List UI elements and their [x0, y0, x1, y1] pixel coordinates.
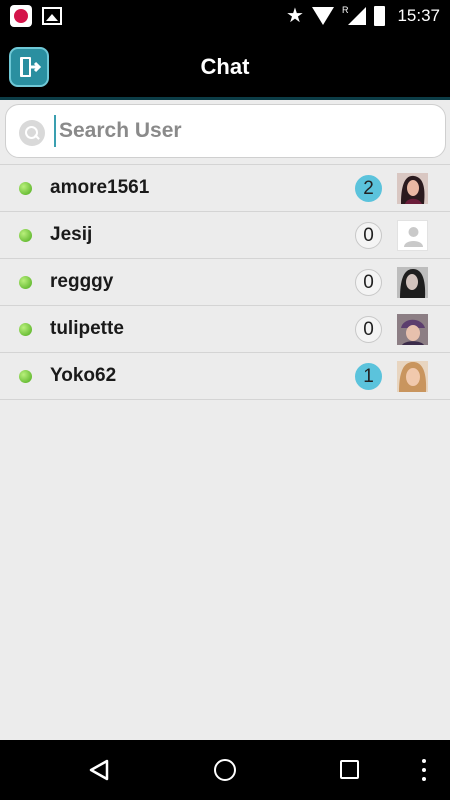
unread-count-badge: 2 — [355, 175, 382, 202]
app-bar: Chat — [0, 33, 450, 99]
back-icon[interactable] — [88, 758, 110, 787]
status-time: 15:37 — [397, 6, 440, 25]
user-name: amore1561 — [50, 177, 150, 198]
search-bar — [5, 104, 446, 158]
avatar — [397, 361, 428, 392]
notification-app-icon — [10, 5, 32, 27]
search-input[interactable] — [54, 115, 434, 147]
signal-icon — [348, 7, 367, 25]
online-status-icon — [19, 229, 32, 242]
online-status-icon — [19, 370, 32, 383]
avatar — [397, 173, 428, 204]
user-name: Jesij — [50, 224, 93, 245]
user-name: tulipette — [50, 318, 124, 339]
unread-count-badge: 0 — [355, 222, 382, 249]
list-item[interactable]: Yoko62 1 — [0, 353, 450, 400]
online-status-icon — [19, 323, 32, 336]
star-icon: ★ — [286, 5, 304, 27]
avatar — [397, 314, 428, 345]
avatar — [397, 267, 428, 298]
user-name: Yoko62 — [50, 365, 117, 386]
unread-count-badge: 0 — [355, 316, 382, 343]
status-bar: ★ R 15:37 — [0, 0, 450, 33]
home-icon[interactable] — [214, 759, 236, 781]
app-bar-divider — [0, 97, 450, 100]
unread-count-badge: 0 — [355, 269, 382, 296]
overflow-menu-icon[interactable] — [422, 759, 426, 781]
image-icon — [42, 7, 62, 25]
page-title: Chat — [200, 54, 250, 79]
unread-count-badge: 1 — [355, 363, 382, 390]
online-status-icon — [19, 276, 32, 289]
list-item[interactable]: tulipette 0 — [0, 306, 450, 353]
search-icon — [19, 120, 45, 146]
avatar-placeholder — [397, 220, 428, 251]
online-status-icon — [19, 182, 32, 195]
list-item[interactable]: amore1561 2 — [0, 165, 450, 212]
user-name: regggy — [50, 271, 114, 292]
list-item[interactable]: regggy 0 — [0, 259, 450, 306]
wifi-icon — [311, 7, 334, 25]
system-nav-bar — [0, 740, 450, 800]
list-item[interactable]: Jesij 0 — [0, 212, 450, 259]
user-list: amore1561 2 Jesij 0 regggy 0 tulipette 0… — [0, 164, 450, 400]
battery-charging-icon — [374, 6, 386, 26]
recents-icon[interactable] — [340, 760, 359, 779]
